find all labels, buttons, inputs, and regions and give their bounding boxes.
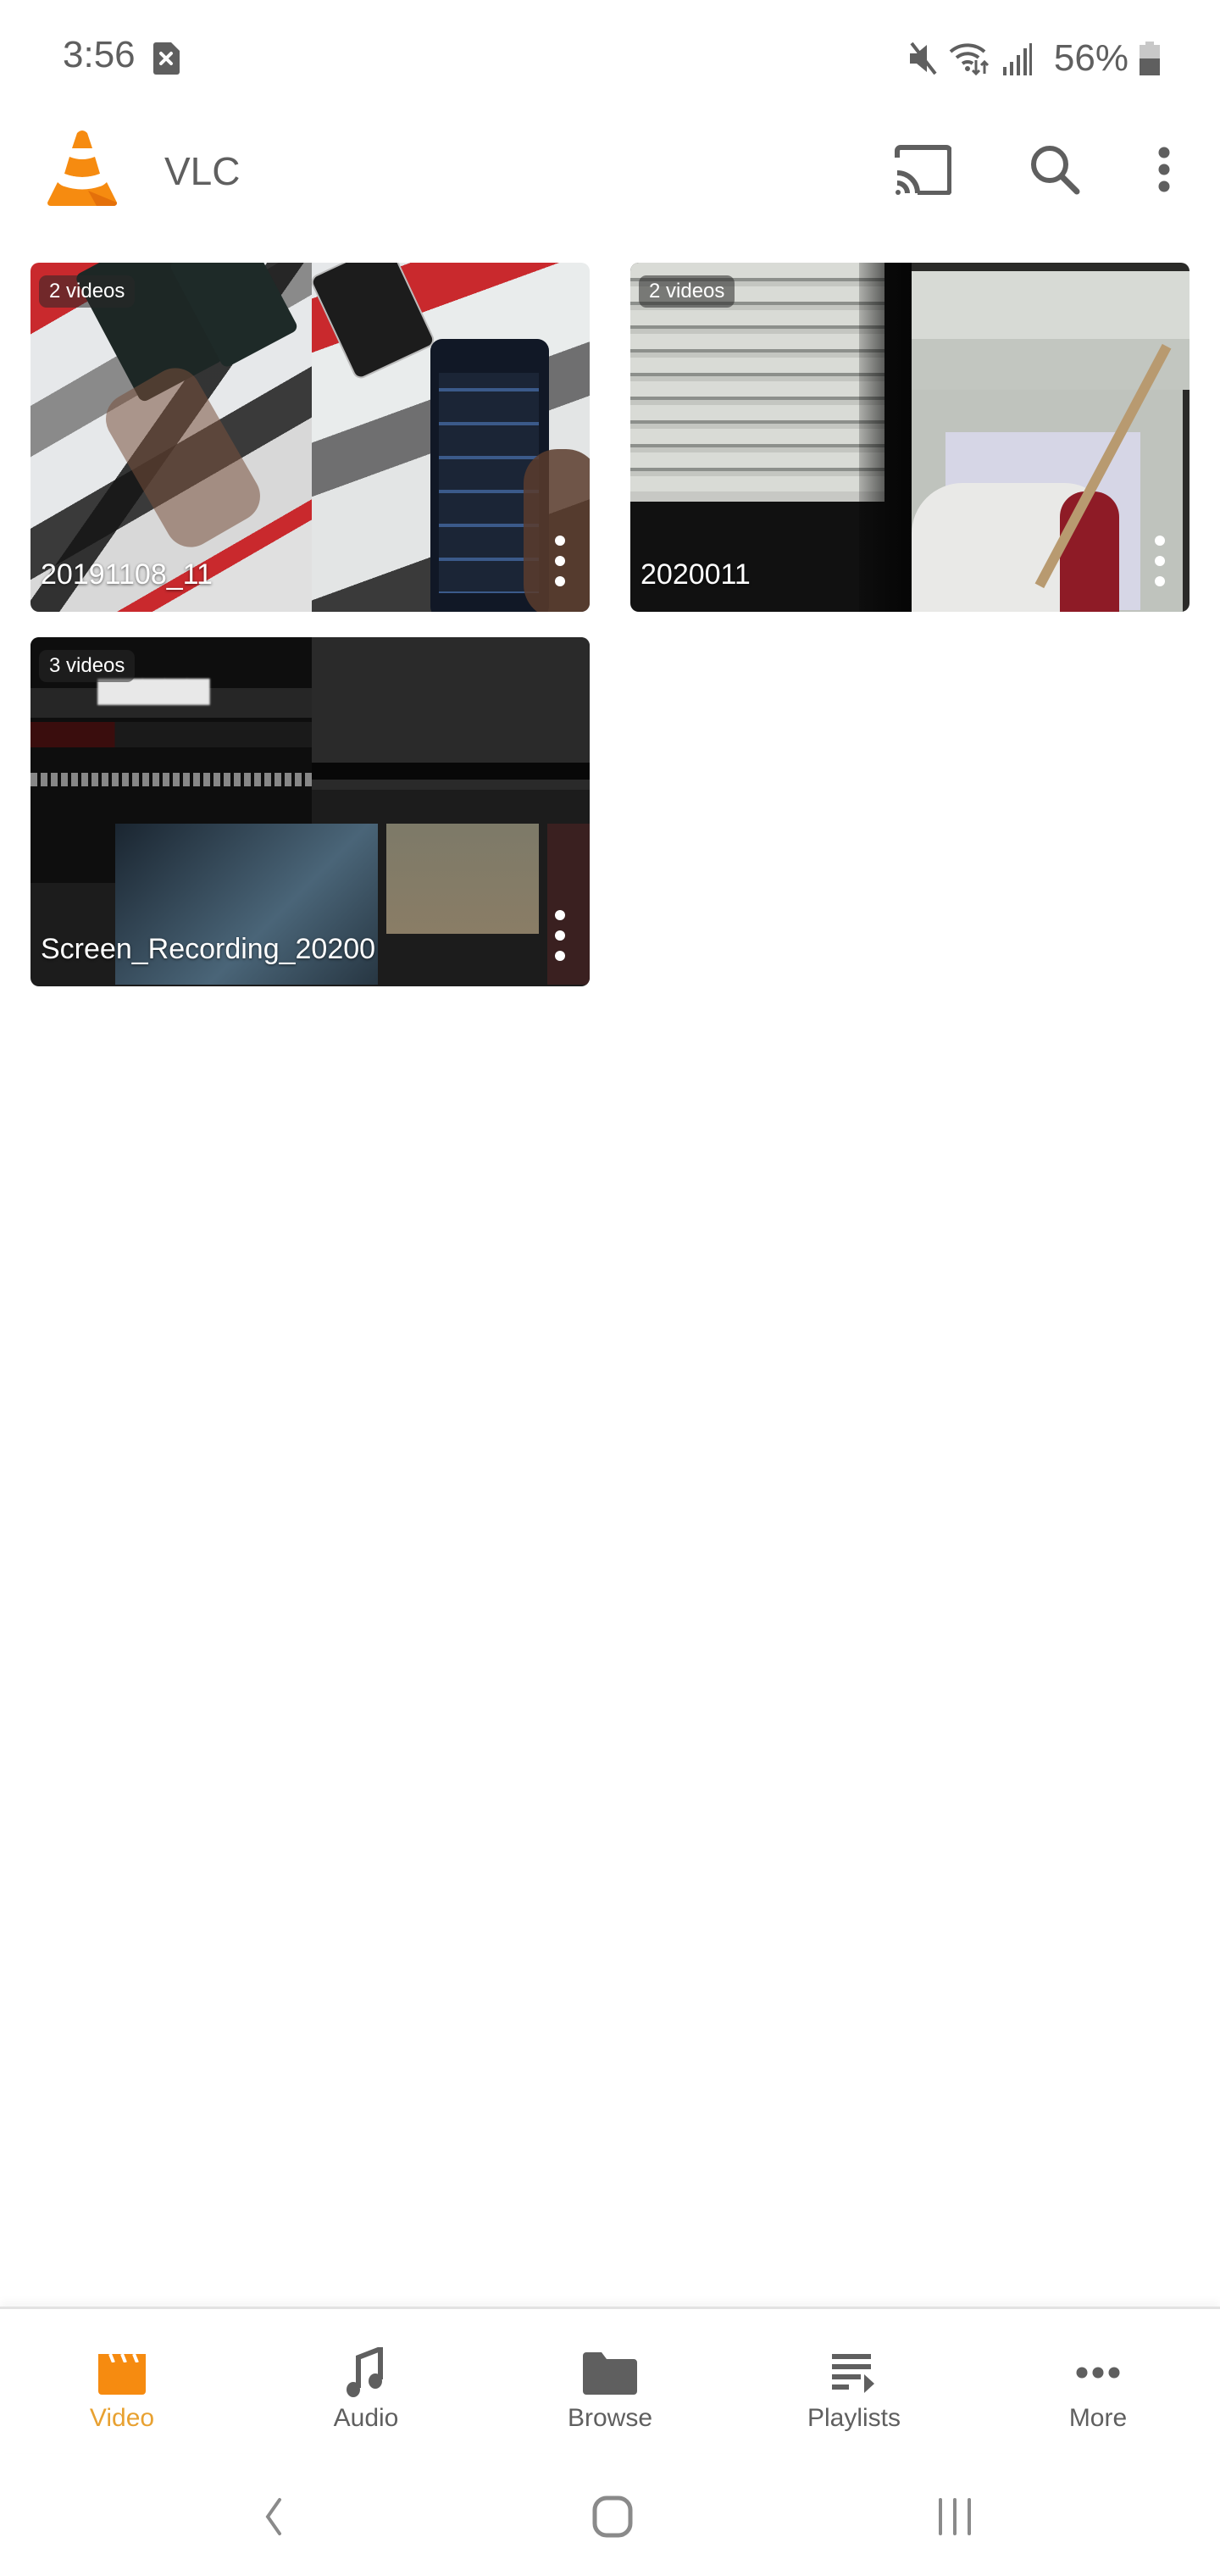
card-more-button[interactable] bbox=[547, 910, 573, 961]
more-horiz-icon bbox=[1076, 2367, 1120, 2379]
app-title: VLC bbox=[164, 149, 241, 193]
video-clapper-icon bbox=[98, 2353, 146, 2395]
nav-tab-video[interactable]: Video bbox=[0, 2309, 244, 2453]
wifi-icon bbox=[949, 43, 989, 75]
sim-error-icon bbox=[153, 42, 180, 75]
system-home-button[interactable] bbox=[570, 2483, 655, 2551]
status-time: 3:56 bbox=[63, 34, 136, 75]
vlc-cone-logo bbox=[47, 130, 117, 206]
back-icon bbox=[265, 2498, 281, 2535]
bottom-navigation: Video Audio Browse Playlists More bbox=[0, 2307, 1220, 2453]
nav-label: Playlists bbox=[807, 2404, 901, 2432]
folder-title: Screen_Recording_20200 bbox=[41, 933, 376, 965]
battery-icon bbox=[1140, 42, 1160, 75]
recents-icon bbox=[939, 2498, 971, 2535]
video-count-badge: 2 videos bbox=[639, 275, 735, 308]
cast-icon bbox=[895, 145, 951, 195]
card-more-button[interactable] bbox=[547, 536, 573, 586]
nav-tab-more[interactable]: More bbox=[976, 2309, 1220, 2453]
folder-icon bbox=[583, 2352, 637, 2395]
nav-label: More bbox=[1068, 2404, 1128, 2432]
nav-tab-playlists[interactable]: Playlists bbox=[732, 2309, 976, 2453]
nav-tab-browse[interactable]: Browse bbox=[488, 2309, 732, 2453]
folder-title: 20191108_11 bbox=[41, 558, 213, 591]
system-back-button[interactable] bbox=[230, 2483, 315, 2551]
nav-label: Audio bbox=[333, 2404, 399, 2432]
battery-percentage: 56% bbox=[1053, 37, 1128, 79]
nav-label: Browse bbox=[567, 2404, 653, 2432]
music-note-icon bbox=[347, 2347, 383, 2397]
status-icons: 56% bbox=[908, 37, 1161, 80]
cast-button[interactable] bbox=[889, 136, 957, 203]
home-icon bbox=[592, 2496, 633, 2538]
system-recents-button[interactable] bbox=[912, 2483, 997, 2551]
playlist-icon bbox=[832, 2354, 874, 2393]
video-count-badge: 3 videos bbox=[39, 650, 136, 682]
search-button[interactable] bbox=[1021, 136, 1089, 203]
video-count-badge: 2 videos bbox=[39, 275, 136, 308]
card-more-button[interactable] bbox=[1147, 536, 1173, 586]
folder-card[interactable]: 2 videos 20191108_11 bbox=[30, 263, 590, 612]
folder-card[interactable]: ▆▆▆▆▆ 3 videos Screen_Recording_20200 bbox=[30, 637, 590, 986]
more-vert-icon bbox=[1158, 147, 1170, 192]
mute-icon bbox=[909, 42, 937, 75]
search-icon bbox=[1031, 146, 1080, 195]
nav-label: Video bbox=[89, 2404, 155, 2432]
folder-title: 2020011 bbox=[640, 558, 751, 591]
signal-icon bbox=[1002, 43, 1032, 75]
folder-card[interactable]: 2 videos 2020011 bbox=[630, 263, 1190, 612]
overflow-menu-button[interactable] bbox=[1130, 136, 1198, 203]
status-bar: 3:56 56% bbox=[0, 0, 1220, 119]
system-navigation-bar bbox=[0, 2457, 1220, 2576]
nav-tab-audio[interactable]: Audio bbox=[244, 2309, 488, 2453]
